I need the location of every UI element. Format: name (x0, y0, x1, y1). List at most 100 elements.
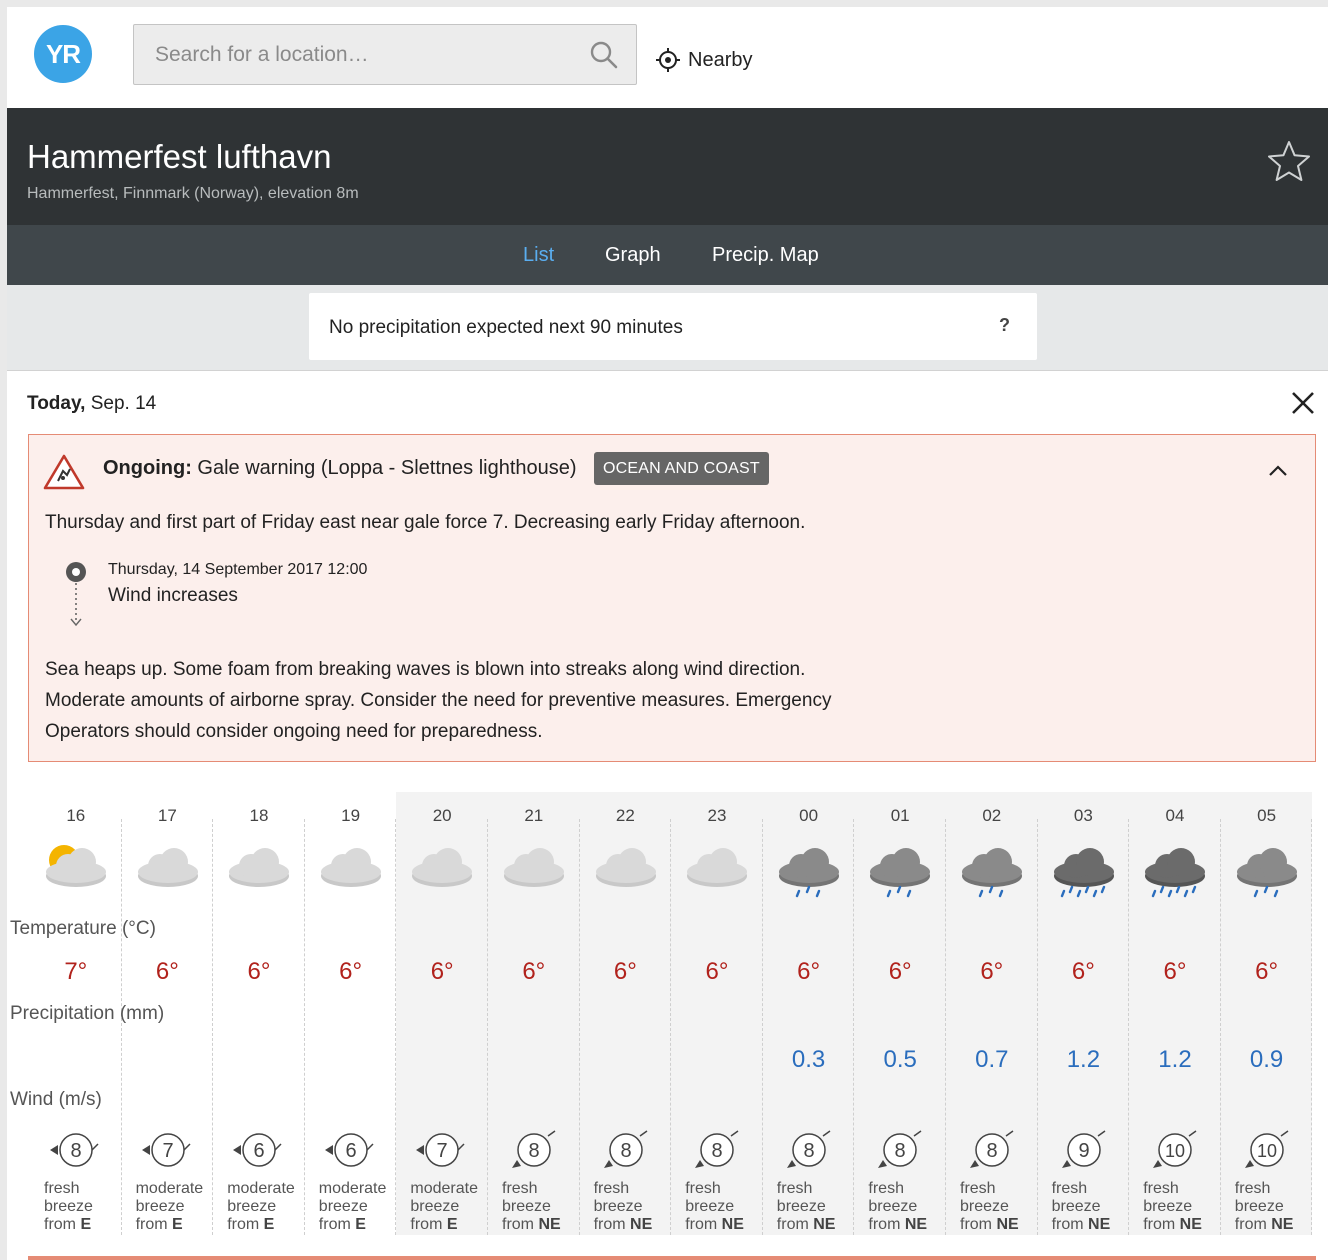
tab-precip-map[interactable]: Precip. Map (712, 244, 819, 267)
yr-logo[interactable]: YR (34, 25, 92, 83)
wind-direction-line: from NE (960, 1216, 1019, 1233)
wind-direction: NE (1271, 1216, 1294, 1233)
wind-arrow-icon: 8 (970, 1130, 1014, 1168)
temperature-value: 7° (64, 958, 88, 985)
favorite-star-icon[interactable] (1266, 138, 1312, 184)
precipitation-label: Precipitation (mm) (10, 1003, 165, 1024)
tab-list[interactable]: List (523, 244, 554, 267)
wind-description-line2: breeze (868, 1198, 918, 1215)
wind-description-line1: fresh (1051, 1180, 1088, 1197)
cloud-icon (137, 848, 198, 887)
wind-direction: NE (721, 1216, 744, 1233)
temperature-value: 6° (339, 958, 363, 985)
warning-triangle-icon (43, 454, 85, 490)
wind-direction: E (355, 1216, 366, 1233)
temperature-value: 6° (888, 958, 912, 985)
wind-speed-value: 7 (437, 1140, 448, 1162)
search-input[interactable] (134, 25, 584, 84)
warning-consequence-3: Operators should consider ongoing need f… (45, 721, 543, 742)
wind-speed-value: 8 (803, 1140, 814, 1162)
temperature-value: 6° (797, 958, 821, 985)
wind-description: fresh breeze from E (44, 1180, 93, 1234)
wind-direction-line: from NE (1234, 1216, 1294, 1233)
wind-direction-line: from NE (1143, 1216, 1202, 1233)
wind-description-line1: fresh (776, 1180, 813, 1197)
forecast-column: 22 6° 8 fresh breeze from NE (579, 792, 672, 1235)
wind-arrow-icon: 8 (512, 1130, 556, 1168)
light-rain-icon (962, 848, 1022, 898)
wind-description-line2: breeze (1234, 1198, 1284, 1215)
cloud-icon (412, 848, 473, 887)
wind-speed-value: 8 (895, 1140, 906, 1162)
wind-description: fresh breeze from NE (1143, 1180, 1202, 1234)
search-box[interactable] (133, 24, 637, 85)
nearby-button[interactable]: Nearby (655, 45, 752, 75)
precipitation-value: 1.2 (1066, 1046, 1101, 1073)
nowcast-help-button[interactable]: ? (999, 315, 1010, 336)
temperature-value: 6° (980, 958, 1004, 985)
forecast-column: 23 6° 8 fresh breeze from NE (671, 792, 763, 1235)
search-icon[interactable] (589, 40, 619, 70)
temperature-value: 6° (1255, 958, 1279, 985)
tab-graph[interactable]: Graph (605, 244, 661, 267)
light-rain-icon (1236, 848, 1297, 898)
wind-description-line2: breeze (960, 1198, 1009, 1215)
temperature-value: 6° (613, 958, 637, 985)
wind-description-line1: fresh (44, 1180, 80, 1197)
wind-description-line2: breeze (685, 1198, 735, 1215)
wind-direction: E (80, 1216, 92, 1233)
forecast-column: 21 6° 8 fresh breeze from NE (488, 792, 580, 1235)
wind-speed-value: 10 (1165, 1141, 1185, 1161)
forecast-column: 02 6° 0.7 8 fresh breeze from NE (946, 792, 1038, 1235)
wind-arrow-icon: 7 (141, 1133, 191, 1167)
wind-speed-value: 6 (254, 1140, 265, 1162)
view-tabs: List Graph Precip. Map (7, 225, 1328, 285)
hour-label: 04 (1165, 806, 1185, 825)
forecast-column: 04 6° 1.2 10 fresh breeze from NE (1129, 792, 1221, 1235)
wind-direction-line: from NE (593, 1216, 653, 1233)
wind-arrow-icon: 10 (1244, 1130, 1289, 1168)
wind-description-line2: breeze (410, 1198, 460, 1215)
warning-consequence-2: Moderate amounts of airborne spray. Cons… (45, 690, 832, 711)
next-day-warning-border (28, 1256, 1316, 1260)
wind-description: moderate breeze from E (136, 1180, 204, 1234)
forecast-column: 20 6° 7 moderate breeze from E (396, 792, 488, 1235)
wind-description: moderate breeze from E (227, 1180, 295, 1234)
wind-description-line1: fresh (1234, 1180, 1271, 1197)
wind-description: fresh breeze from NE (777, 1180, 836, 1234)
day-label: Today, (27, 393, 86, 414)
wind-speed-value: 7 (162, 1140, 173, 1162)
precipitation-value: 0.9 (1249, 1046, 1284, 1073)
close-icon[interactable] (1290, 390, 1316, 416)
crosshair-icon (656, 48, 680, 72)
wind-arrow-icon: 8 (50, 1133, 99, 1167)
wind-direction-line: from E (44, 1216, 92, 1233)
temperature-label: Temperature (°C) (10, 918, 156, 939)
wind-direction-line: from E (410, 1216, 458, 1233)
hour-label: 16 (66, 806, 86, 825)
hour-label: 02 (982, 806, 1002, 825)
wind-arrow-icon: 8 (878, 1130, 922, 1168)
wind-direction-line: from NE (868, 1216, 928, 1233)
wind-description-line1: fresh (502, 1180, 538, 1197)
wind-description: moderate breeze from E (410, 1180, 478, 1234)
hour-label: 22 (615, 806, 635, 825)
chevron-up-icon[interactable] (1266, 459, 1290, 483)
warning-area-badge: OCEAN AND COAST (594, 452, 769, 485)
light-rain-icon (870, 848, 931, 898)
precipitation-value: 0.7 (975, 1046, 1009, 1073)
wind-direction: NE (630, 1216, 653, 1233)
warning-consequence-1: Sea heaps up. Some foam from breaking wa… (45, 659, 806, 680)
wind-direction: E (263, 1216, 275, 1233)
wind-description-line1: moderate (410, 1180, 478, 1197)
timeline-pin-icon (66, 562, 86, 627)
top-bar: YR Nearby (7, 7, 1328, 108)
wind-description: fresh breeze from NE (502, 1180, 561, 1234)
location-header: Hammerfest lufthavn Hammerfest, Finnmark… (7, 108, 1328, 225)
wind-speed-value: 8 (70, 1140, 81, 1162)
location-title: Hammerfest lufthavn (27, 138, 332, 175)
wind-description-line2: breeze (502, 1198, 551, 1215)
hour-label: 20 (432, 806, 452, 825)
day-heading: Today, Sep. 14 (27, 393, 156, 415)
wind-description-line1: fresh (685, 1180, 721, 1197)
